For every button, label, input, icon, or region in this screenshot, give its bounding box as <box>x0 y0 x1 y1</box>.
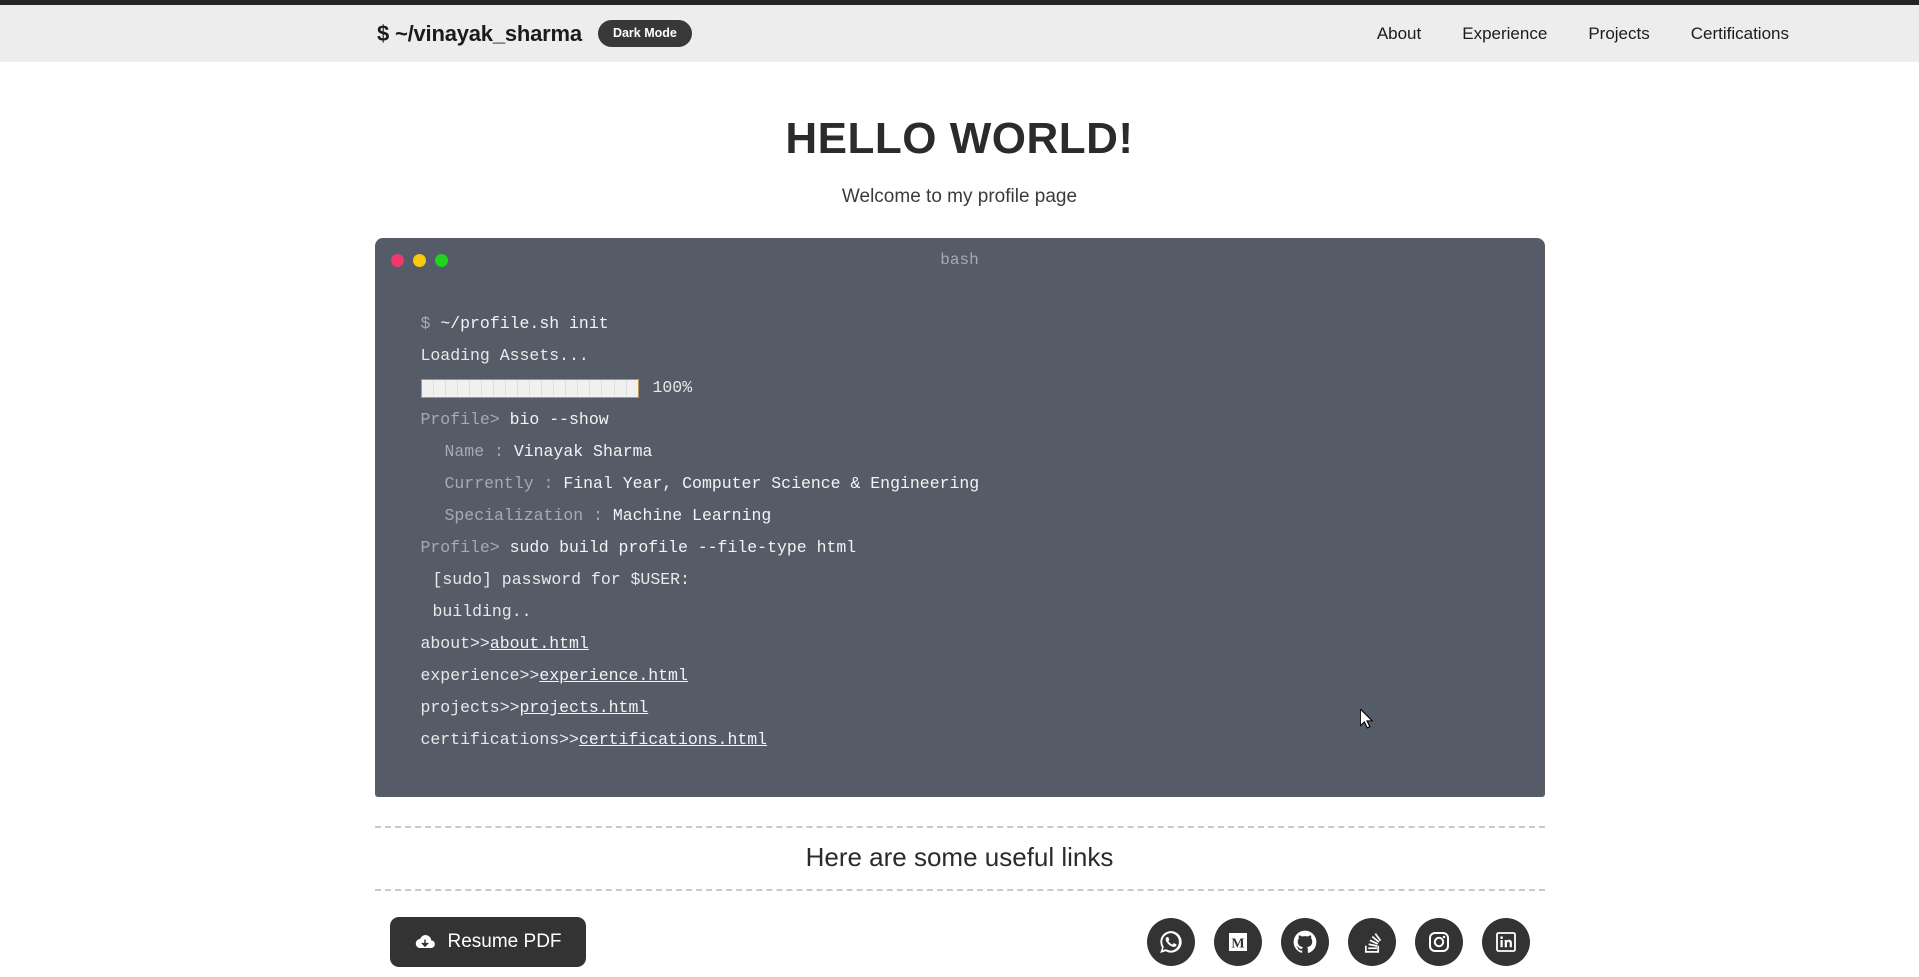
page-subtitle: Welcome to my profile page <box>841 186 1078 207</box>
svg-text:M: M <box>1231 936 1244 951</box>
social-link-github[interactable] <box>1280 918 1329 966</box>
terminal-building-line: building.. <box>432 602 532 621</box>
terminal-output-projects: projects>>projects.html <box>421 692 1499 724</box>
output-label-projects: projects>> <box>420 698 520 717</box>
whatsapp-icon <box>1159 931 1182 954</box>
progress-segment <box>458 379 470 397</box>
social-link-medium[interactable]: M <box>1213 918 1262 966</box>
bio-value-name: Vinayak Sharma <box>513 442 653 461</box>
bio-value-currently: Final Year, Computer Science & Engineeri… <box>563 474 980 493</box>
social-link-whatsapp[interactable] <box>1146 918 1195 966</box>
progress-segment <box>506 379 518 397</box>
bio-value-specialization: Machine Learning <box>612 506 772 525</box>
social-link-instagram[interactable] <box>1414 918 1463 966</box>
terminal-link-experience[interactable]: experience.html <box>539 666 688 685</box>
terminal-output-experience: experience>>experience.html <box>421 660 1499 692</box>
terminal-output-certifications: certifications>>certifications.html <box>421 724 1499 756</box>
resume-pdf-label: Resume PDF <box>447 931 562 952</box>
github-icon <box>1293 930 1316 953</box>
terminal-link-about[interactable]: about.html <box>490 634 589 653</box>
progress-segment <box>482 379 494 397</box>
progress-segment <box>518 379 531 397</box>
maximize-window-icon[interactable] <box>434 253 448 267</box>
progress-segment <box>434 379 446 397</box>
terminal-prompt-line: $ ~/profile.sh init <box>421 308 1499 340</box>
social-link-stackoverflow[interactable] <box>1347 918 1396 966</box>
site-brand-title: $ ~/vinayak_sharma <box>377 20 582 46</box>
progress-segment <box>590 379 603 397</box>
nav-links: About Experience Projects Certifications <box>1377 24 1855 44</box>
terminal-bio-command-line: Profile> bio --show <box>421 404 1499 436</box>
build-command-prompt: Profile> <box>420 538 500 557</box>
cloud-download-icon <box>415 935 435 948</box>
progress-segment <box>566 379 579 397</box>
terminal-loading-line: Loading Assets... <box>420 346 589 365</box>
minimize-window-icon[interactable] <box>412 253 426 267</box>
progress-segment <box>530 379 543 397</box>
progress-segment <box>446 379 458 397</box>
progress-segment <box>470 379 482 397</box>
nav-link-experience[interactable]: Experience <box>1462 24 1547 44</box>
output-label-experience: experience>> <box>420 666 540 685</box>
output-label-about: about>> <box>420 634 490 653</box>
terminal-title-bar: bash <box>375 238 1545 282</box>
top-navbar: $ ~/vinayak_sharma Dark Mode About Exper… <box>0 5 1919 62</box>
progress-percent-label: 100% <box>652 378 693 397</box>
social-links: M <box>1146 918 1530 966</box>
useful-links-heading: Here are some useful links <box>805 842 1114 872</box>
progress-segment <box>494 379 506 397</box>
progress-segment <box>602 379 615 397</box>
progress-segment <box>554 379 567 397</box>
terminal-body: $ ~/profile.sh init Loading Assets... 10… <box>375 282 1545 756</box>
bio-command-text: bio --show <box>509 410 609 429</box>
social-link-linkedin[interactable] <box>1481 918 1530 966</box>
resume-pdf-button[interactable]: Resume PDF <box>389 917 586 967</box>
output-label-certifications: certifications>> <box>420 730 579 749</box>
terminal-window: bash $ ~/profile.sh init Loading Assets.… <box>374 238 1545 797</box>
terminal-window-title: bash <box>940 251 979 269</box>
close-window-icon[interactable] <box>390 253 404 267</box>
linkedin-icon <box>1495 932 1516 952</box>
page-title: HELLO WORLD! <box>785 114 1134 163</box>
bio-label-specialization: Specialization : <box>444 506 603 525</box>
prompt-symbol: $ <box>420 314 431 333</box>
useful-links-section: Here are some useful links <box>374 826 1545 891</box>
terminal-sudo-line: [sudo] password for $USER: <box>432 570 690 589</box>
prompt-command: ~/profile.sh init <box>440 314 609 333</box>
instagram-icon <box>1428 932 1449 952</box>
build-command-text: sudo build profile --file-type html <box>509 538 857 557</box>
footer-bar: Resume PDF M <box>375 917 1545 967</box>
bio-label-name: Name : <box>444 442 504 461</box>
terminal-link-certifications[interactable]: certifications.html <box>579 730 767 749</box>
terminal-link-projects[interactable]: projects.html <box>520 698 649 717</box>
bio-row-currently: Currently : Final Year, Computer Science… <box>421 468 1499 500</box>
progress-row: 100% <box>420 372 1499 404</box>
nav-link-projects[interactable]: Projects <box>1588 24 1649 44</box>
nav-link-certifications[interactable]: Certifications <box>1691 24 1789 44</box>
terminal-build-command-line: Profile> sudo build profile --file-type … <box>421 532 1499 564</box>
hero-section: HELLO WORLD! Welcome to my profile page <box>0 62 1919 208</box>
window-controls <box>390 253 448 267</box>
nav-link-about[interactable]: About <box>1377 24 1421 44</box>
progress-segment <box>615 379 627 397</box>
loading-progress-bar <box>420 378 639 398</box>
progress-segment <box>627 380 638 397</box>
progress-segment <box>578 379 591 397</box>
bio-command-prompt: Profile> <box>420 410 500 429</box>
terminal-output-about: about>>about.html <box>421 628 1499 660</box>
bio-row-name: Name : Vinayak Sharma <box>421 436 1499 468</box>
dark-mode-toggle-button[interactable]: Dark Mode <box>597 19 692 48</box>
medium-icon: M <box>1228 933 1247 951</box>
progress-segment <box>542 379 555 397</box>
progress-segment <box>422 379 434 397</box>
stackoverflow-icon <box>1364 933 1381 953</box>
brand-group: $ ~/vinayak_sharma Dark Mode <box>377 19 692 48</box>
bio-label-currently: Currently : <box>444 474 554 493</box>
bio-row-specialization: Specialization : Machine Learning <box>421 500 1499 532</box>
